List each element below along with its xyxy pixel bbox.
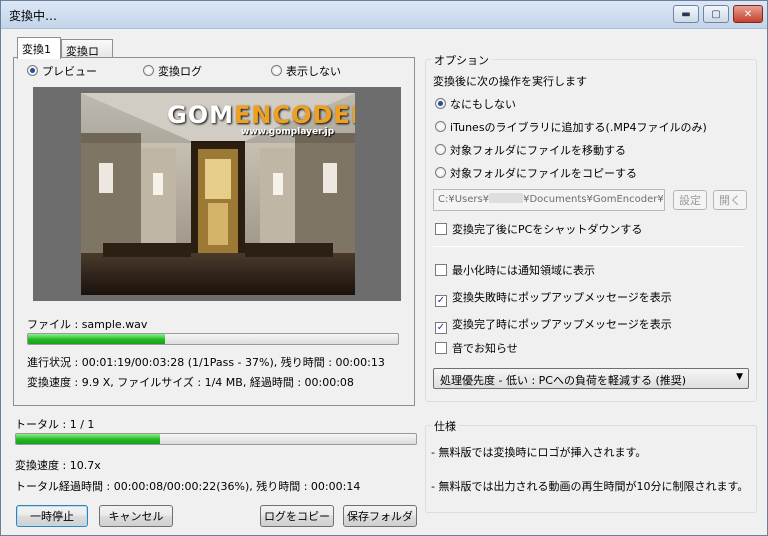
logo-site: www.gomplayer.jp bbox=[241, 127, 335, 137]
total-progress-bar bbox=[15, 433, 417, 445]
sound-notify-label: 音でお知らせ bbox=[452, 342, 518, 355]
spec-line-1: - 無料版では変換時にロゴが挿入されます。 bbox=[431, 446, 647, 459]
radio-move-file[interactable]: 対象フォルダにファイルを移動する bbox=[435, 142, 626, 158]
shutdown-label: 変換完了後にPCをシャットダウンする bbox=[452, 223, 643, 236]
options-divider bbox=[433, 246, 743, 247]
total-speed-text: 変換速度 : 10.7x bbox=[15, 459, 101, 472]
minimize-icon: ▬ bbox=[681, 8, 691, 20]
radio-add-itunes-label: iTunesのライブラリに追加する(.MP4ファイルのみ) bbox=[450, 121, 707, 134]
radio-hidden-label: 表示しない bbox=[286, 65, 341, 78]
priority-value: 処理優先度 - 低い : PCへの負荷を軽減する (推奨) bbox=[440, 374, 687, 387]
radio-copy-file-label: 対象フォルダにファイルをコピーする bbox=[450, 167, 637, 180]
maximize-icon: ▢ bbox=[711, 8, 721, 20]
file-progress-text: 進行状況 : 00:01:19/00:03:28 (1/1Pass - 37%)… bbox=[27, 356, 385, 369]
radio-add-itunes[interactable]: iTunesのライブラリに追加する(.MP4ファイルのみ) bbox=[435, 119, 707, 135]
radio-move-file-label: 対象フォルダにファイルを移動する bbox=[450, 144, 626, 157]
total-label: トータル : 1 / 1 bbox=[15, 418, 95, 431]
file-name: ファイル : sample.wav bbox=[27, 318, 148, 331]
close-icon: ✕ bbox=[743, 8, 753, 20]
file-progress-bar bbox=[27, 333, 399, 345]
radio-indicator bbox=[271, 65, 282, 76]
cancel-button[interactable]: キャンセル bbox=[99, 505, 173, 527]
spec-line-2: - 無料版では出力される動画の再生時間が10分に制限されます。 bbox=[431, 480, 749, 493]
redacted-username bbox=[489, 193, 524, 203]
open-label: 開く bbox=[719, 194, 741, 207]
tab-convert-log[interactable]: 変換ログ bbox=[61, 39, 113, 74]
checkbox-box bbox=[435, 342, 447, 354]
spec-group bbox=[425, 425, 757, 513]
radio-do-nothing[interactable]: なにもしない bbox=[435, 96, 516, 112]
done-popup-label: 変換完了時にポップアップメッセージを表示 bbox=[452, 318, 672, 331]
tab-convert1-label: 変換1 bbox=[22, 43, 51, 56]
radio-log[interactable]: 変換ログ bbox=[143, 63, 202, 79]
fail-popup-checkbox[interactable]: ✓ 変換失敗時にポップアップメッセージを表示 bbox=[435, 289, 672, 307]
total-elapsed-text: トータル経過時間 : 00:00:08/00:00:22(36%), 残り時間 … bbox=[15, 480, 361, 493]
after-action-label: 変換後に次の操作を実行します bbox=[433, 75, 587, 88]
checkbox-box bbox=[435, 223, 447, 235]
pause-button[interactable]: 一時停止 bbox=[16, 505, 88, 527]
cancel-label: キャンセル bbox=[108, 510, 164, 523]
video-frame: GOMENCODER www.gomplayer.jp bbox=[81, 93, 355, 295]
shutdown-checkbox[interactable]: 変換完了後にPCをシャットダウンする bbox=[435, 221, 642, 237]
checkbox-box: ✓ bbox=[435, 295, 447, 307]
priority-select[interactable]: 処理優先度 - 低い : PCへの負荷を軽減する (推奨) ▼ bbox=[433, 368, 749, 389]
settings-label: 設定 bbox=[679, 194, 701, 207]
radio-preview[interactable]: プレビュー bbox=[27, 63, 97, 79]
path-suffix: ¥Documents¥GomEncoder¥ bbox=[523, 194, 664, 205]
target-folder-field[interactable]: C:¥Users¥ ¥Documents¥GomEncoder¥ bbox=[433, 189, 665, 211]
radio-indicator bbox=[27, 65, 38, 76]
gom-logo: GOMENCODER bbox=[167, 101, 355, 129]
preview-area: GOMENCODER www.gomplayer.jp bbox=[33, 87, 401, 301]
minimize-tray-label: 最小化時には通知領域に表示 bbox=[452, 264, 595, 277]
minimize-button[interactable]: ▬ bbox=[673, 5, 699, 23]
radio-indicator bbox=[435, 144, 446, 155]
save-folder-label: 保存フォルダ bbox=[347, 510, 413, 523]
title-bar: 変換中… ▬ ▢ ✕ bbox=[1, 1, 767, 29]
maximize-button[interactable]: ▢ bbox=[703, 5, 729, 23]
sound-notify-checkbox[interactable]: 音でお知らせ bbox=[435, 340, 518, 356]
tab-convert1[interactable]: 変換1 bbox=[17, 37, 61, 59]
copy-log-button[interactable]: ログをコピー bbox=[260, 505, 334, 527]
open-button[interactable]: 開く bbox=[713, 190, 747, 210]
minimize-tray-checkbox[interactable]: 最小化時には通知領域に表示 bbox=[435, 262, 595, 278]
checkbox-box: ✓ bbox=[435, 322, 447, 334]
total-progress-fill bbox=[16, 434, 160, 444]
options-group-title: オプション bbox=[431, 52, 492, 68]
file-progress-fill bbox=[28, 334, 165, 344]
pause-label: 一時停止 bbox=[30, 510, 74, 523]
settings-button[interactable]: 設定 bbox=[673, 190, 707, 210]
radio-do-nothing-label: なにもしない bbox=[450, 98, 516, 111]
radio-indicator bbox=[435, 167, 446, 178]
radio-copy-file[interactable]: 対象フォルダにファイルをコピーする bbox=[435, 165, 637, 181]
file-speed-text: 変換速度 : 9.9 X, ファイルサイズ : 1/4 MB, 経過時間 : 0… bbox=[27, 376, 354, 389]
copy-log-label: ログをコピー bbox=[264, 510, 330, 523]
radio-log-label: 変換ログ bbox=[158, 65, 202, 78]
chevron-down-icon: ▼ bbox=[736, 372, 743, 382]
checkbox-box bbox=[435, 264, 447, 276]
radio-hidden[interactable]: 表示しない bbox=[271, 63, 341, 79]
done-popup-checkbox[interactable]: ✓ 変換完了時にポップアップメッセージを表示 bbox=[435, 316, 672, 334]
radio-preview-label: プレビュー bbox=[42, 65, 97, 78]
radio-indicator bbox=[435, 98, 446, 109]
logo-word: ENCODER bbox=[233, 101, 355, 129]
window-title: 変換中… bbox=[9, 9, 58, 23]
path-prefix: C:¥Users¥ bbox=[438, 194, 490, 205]
radio-indicator bbox=[435, 121, 446, 132]
save-folder-button[interactable]: 保存フォルダ bbox=[343, 505, 417, 527]
radio-indicator bbox=[143, 65, 154, 76]
spec-group-title: 仕様 bbox=[431, 418, 459, 434]
close-button[interactable]: ✕ bbox=[733, 5, 763, 23]
logo-brand: GOM bbox=[167, 101, 234, 129]
fail-popup-label: 変換失敗時にポップアップメッセージを表示 bbox=[452, 291, 672, 304]
converter-window: 変換中… ▬ ▢ ✕ 変換1 変換ログ プレビュー 変換ログ 表示しない bbox=[0, 0, 768, 536]
